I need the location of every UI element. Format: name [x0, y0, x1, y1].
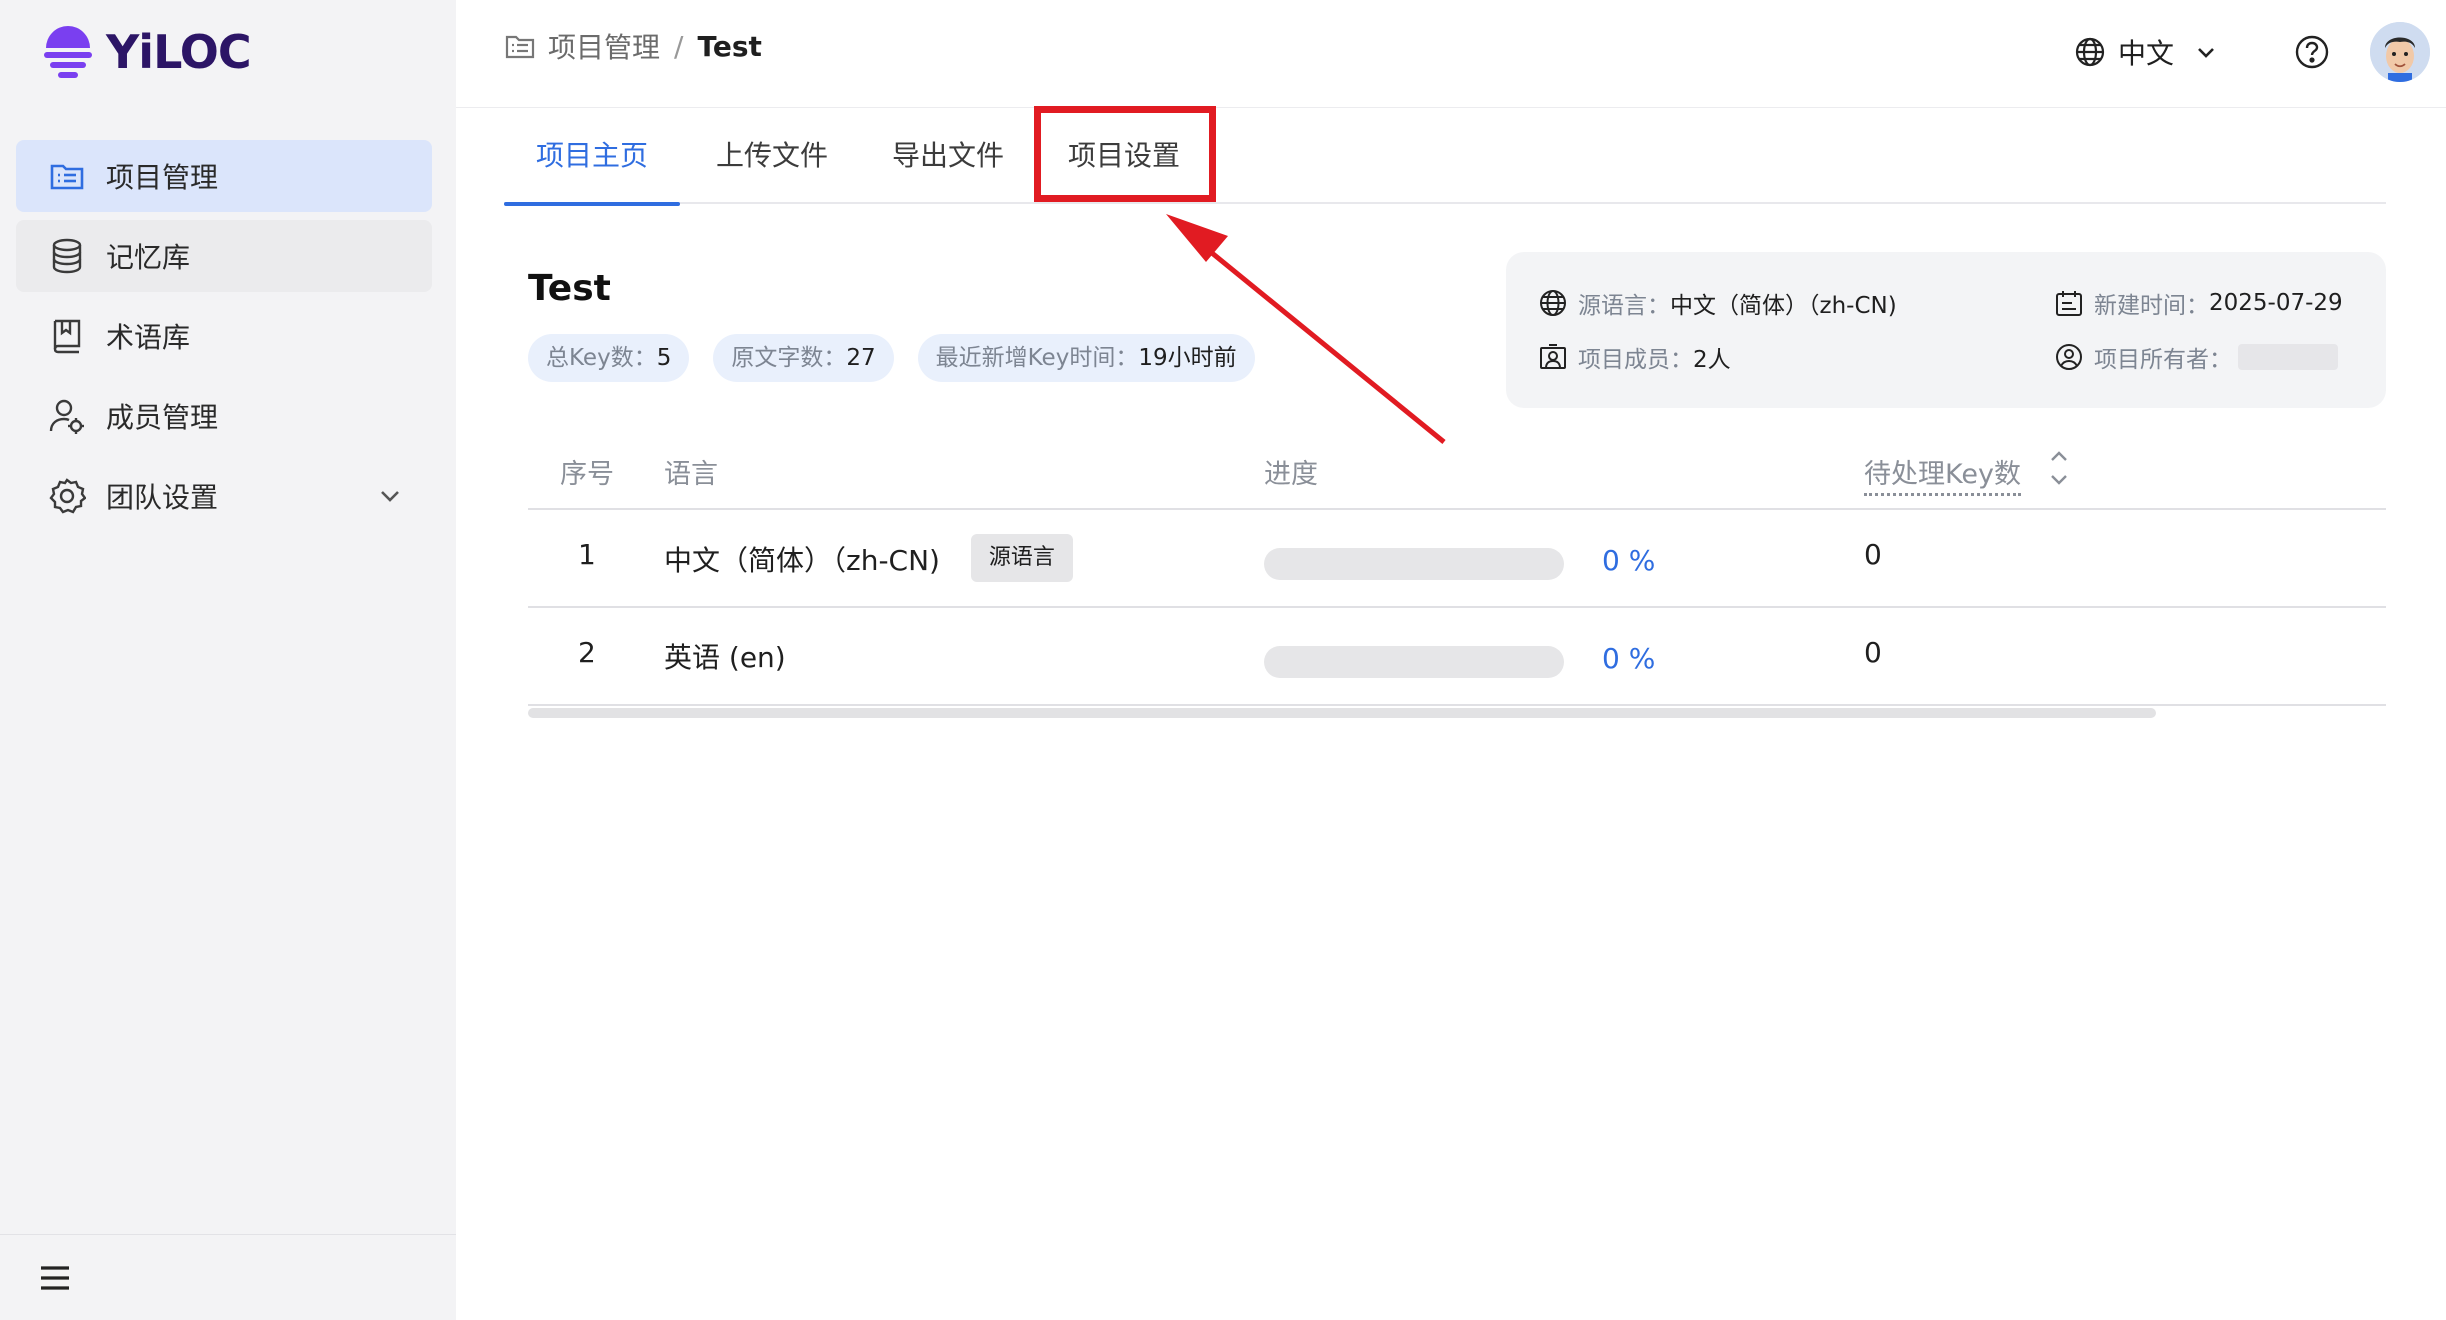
pending-keys-count: 0: [1864, 636, 1882, 669]
sort-icon[interactable]: [2046, 446, 2072, 490]
table-header: 序号 语言 进度 待处理Key数: [528, 436, 2386, 510]
source-language-badge: 源语言: [970, 534, 1073, 582]
project-tabs: 项目主页 上传文件 导出文件 项目设置: [504, 120, 2386, 206]
stat-label: 总Key数：: [546, 345, 657, 371]
column-header-progress: 进度: [1264, 459, 1318, 490]
table-row[interactable]: 1 中文（简体）（zh-CN) 源语言 0 % 0: [528, 510, 2386, 608]
stat-label: 最近新增Key时间：: [935, 345, 1139, 371]
row-index: 1: [578, 538, 596, 571]
stat-total-keys: 总Key数：5: [528, 334, 690, 382]
table-row[interactable]: 2 英语 (en) 0 % 0: [528, 608, 2386, 706]
language-name: 中文（简体）（zh-CN): [664, 544, 940, 577]
column-header-language: 语言: [664, 459, 718, 490]
logo-icon: [44, 26, 92, 78]
info-source-language: 源语言： 中文（简体）（zh-CN): [1538, 286, 1897, 320]
gear-icon: [48, 477, 86, 515]
column-header-pending-keys[interactable]: 待处理Key数: [1864, 452, 2021, 496]
sidebar-item-label: 术语库: [106, 321, 191, 354]
sidebar-footer: [0, 1234, 456, 1320]
logo-text: YiLOC: [106, 25, 252, 79]
stat-value: 5: [656, 345, 672, 371]
stat-value: 27: [846, 345, 876, 371]
horizontal-scrollbar[interactable]: [528, 708, 2156, 718]
logo[interactable]: YiLOC: [40, 22, 252, 82]
globe-icon: [1540, 290, 1566, 316]
tab-project-home[interactable]: 项目主页: [504, 120, 680, 206]
info-value: 中文（简体）（zh-CN): [1670, 293, 1897, 319]
tab-export-files[interactable]: 导出文件: [884, 120, 1012, 204]
info-value: 2025-07-29: [2209, 290, 2343, 316]
avatar-image: [2370, 22, 2430, 82]
chevron-down-icon[interactable]: [376, 482, 404, 510]
progress-percent: 0 %: [1602, 642, 1656, 675]
active-tab-indicator: [504, 202, 680, 206]
menu-icon[interactable]: [38, 1263, 72, 1293]
book-icon: [48, 317, 86, 355]
stat-last-key-added: 最近新增Key时间：19小时前: [917, 334, 1255, 382]
folder-list-icon: [505, 35, 535, 59]
sidebar-item-label: 成员管理: [106, 401, 219, 434]
stat-label: 原文字数：: [731, 345, 847, 371]
id-card-icon: [1540, 344, 1566, 369]
sidebar-item-memory[interactable]: 记忆库: [16, 220, 432, 292]
tab-label: 上传文件: [715, 139, 828, 172]
progress-bar: [1264, 646, 1564, 678]
user-settings-icon: [48, 397, 86, 435]
sidebar-item-members[interactable]: 成员管理: [16, 380, 432, 452]
sidebar-item-label: 项目管理: [106, 161, 219, 194]
info-label: 项目所有者：: [2094, 347, 2232, 373]
sidebar-item-label: 记忆库: [106, 241, 191, 274]
sidebar-item-label: 团队设置: [106, 481, 219, 514]
help-icon[interactable]: [2294, 34, 2330, 70]
globe-icon: [2075, 37, 2105, 67]
language-switcher[interactable]: 中文: [2074, 32, 2218, 72]
pending-keys-count: 0: [1864, 538, 1882, 571]
stat-word-count: 原文字数：27: [713, 334, 894, 382]
info-created-time: 新建时间： 2025-07-29: [2054, 286, 2343, 320]
project-stats: 总Key数：5 原文字数：27 最近新增Key时间：19小时前: [528, 334, 1279, 382]
sidebar: YiLOC 项目管理 记忆库 术语库 成员管理 团队设置: [0, 0, 456, 1320]
language-name: 英语 (en): [664, 641, 786, 674]
stat-value: 19小时前: [1138, 345, 1237, 371]
project-title: Test: [528, 268, 611, 309]
language-table: 序号 语言 进度 待处理Key数 1 中文（简体）（zh-CN) 源语言 0 %…: [528, 436, 2386, 706]
owner-name-redacted: [2238, 344, 2338, 370]
info-label: 新建时间：: [2094, 293, 2209, 319]
row-language: 中文（简体）（zh-CN) 源语言: [664, 534, 1073, 586]
progress-percent: 0 %: [1602, 544, 1656, 577]
breadcrumb: 项目管理 / Test: [504, 26, 762, 66]
progress-bar: [1264, 548, 1564, 580]
tab-upload-files[interactable]: 上传文件: [708, 120, 836, 204]
breadcrumb-root[interactable]: 项目管理: [548, 26, 660, 66]
database-icon: [48, 237, 86, 275]
row-index: 2: [578, 636, 596, 669]
row-language: 英语 (en): [664, 636, 786, 676]
breadcrumb-separator: /: [674, 29, 684, 63]
tab-label: 项目主页: [535, 139, 648, 172]
breadcrumb-current: Test: [697, 29, 762, 63]
tab-label: 导出文件: [891, 139, 1004, 172]
calendar-icon: [2056, 291, 2082, 316]
chevron-down-icon: [2198, 48, 2214, 58]
project-info-card: 源语言： 中文（简体）（zh-CN) 新建时间： 2025-07-29 项目成员…: [1506, 252, 2386, 408]
user-circle-icon: [2056, 344, 2082, 370]
language-label: 中文: [2118, 37, 2175, 70]
info-value: 2人: [1693, 347, 1731, 373]
sidebar-item-team-settings[interactable]: 团队设置: [16, 460, 432, 532]
column-header-index: 序号: [560, 459, 614, 490]
info-owner: 项目所有者：: [2054, 340, 2338, 374]
list-icon: [48, 157, 86, 195]
sidebar-nav: 项目管理 记忆库 术语库 成员管理 团队设置: [16, 140, 432, 540]
sidebar-item-glossary[interactable]: 术语库: [16, 300, 432, 372]
sidebar-item-projects[interactable]: 项目管理: [16, 140, 432, 212]
avatar[interactable]: [2370, 22, 2430, 82]
info-label: 源语言：: [1578, 293, 1670, 319]
top-header: 项目管理 / Test 中文: [456, 0, 2446, 108]
info-label: 项目成员：: [1578, 347, 1693, 373]
info-members: 项目成员： 2人: [1538, 340, 1731, 374]
annotation-highlight-box: [1034, 106, 1216, 202]
